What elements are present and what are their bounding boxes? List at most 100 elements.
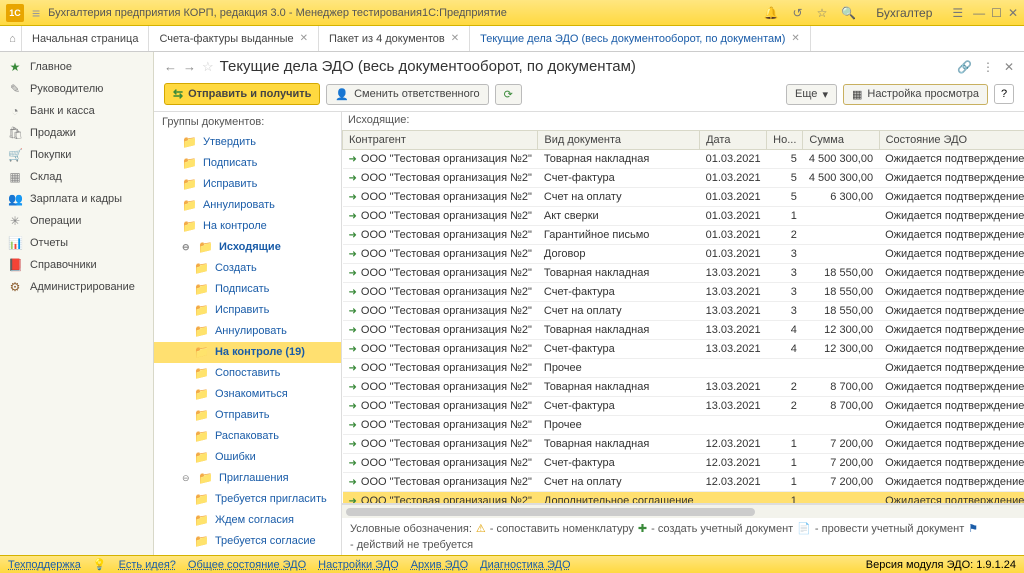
- more-button[interactable]: Еще ▾: [786, 84, 837, 105]
- support-link[interactable]: Техподдержка: [8, 559, 81, 571]
- tree-item[interactable]: 📁Требуется согласие: [154, 531, 341, 552]
- bell-icon[interactable]: 🔔: [764, 6, 779, 20]
- tree-item[interactable]: 📁Ознакомиться: [154, 552, 341, 555]
- send-receive-label: Отправить и получить: [188, 88, 311, 100]
- home-icon[interactable]: ⌂: [4, 26, 22, 51]
- sidebar-item-7[interactable]: ✳Операции: [0, 210, 153, 232]
- tree-item[interactable]: 📁Ознакомиться: [154, 384, 341, 405]
- status-link-2[interactable]: Настройки ЭДО: [318, 559, 399, 571]
- tree-item[interactable]: ⊖📁Исходящие: [154, 237, 341, 258]
- change-responsible-button[interactable]: 👤 Сменить ответственного: [326, 84, 488, 105]
- table-row[interactable]: ➜ООО "Тестовая организация №2"Гарантийно…: [343, 226, 1024, 245]
- sidebar-item-9[interactable]: 📕Справочники: [0, 254, 153, 276]
- status-link-3[interactable]: Архив ЭДО: [411, 559, 468, 571]
- nav-back-icon[interactable]: ←: [164, 59, 177, 74]
- help-button[interactable]: ?: [994, 84, 1014, 104]
- page-close-icon[interactable]: ✕: [1004, 60, 1014, 74]
- table-row[interactable]: ➜ООО "Тестовая организация №2"Акт сверки…: [343, 207, 1024, 226]
- col-header[interactable]: Дата: [700, 131, 767, 150]
- status-link-4[interactable]: Диагностика ЭДО: [480, 559, 570, 571]
- table-row[interactable]: ➜ООО "Тестовая организация №2"Договор01.…: [343, 245, 1024, 264]
- hamburger-icon[interactable]: ≡: [32, 5, 40, 21]
- col-header[interactable]: Но...: [767, 131, 803, 150]
- tree-item[interactable]: ⊖📁Приглашения: [154, 468, 341, 489]
- link-icon[interactable]: 🔗: [957, 60, 972, 74]
- table-row[interactable]: ➜ООО "Тестовая организация №2"Счет-факту…: [343, 340, 1024, 359]
- table-row[interactable]: ➜ООО "Тестовая организация №2"ПрочееОжид…: [343, 416, 1024, 435]
- close-icon[interactable]: ✕: [1008, 6, 1018, 20]
- table-row[interactable]: ➜ООО "Тестовая организация №2"Счет-факту…: [343, 454, 1024, 473]
- sidebar-item-10[interactable]: ⚙Администрирование: [0, 276, 153, 298]
- view-settings-label: Настройка просмотра: [867, 88, 979, 100]
- table-row[interactable]: ➜ООО "Тестовая организация №2"Товарная н…: [343, 321, 1024, 340]
- table-row[interactable]: ➜ООО "Тестовая организация №2"Товарная н…: [343, 150, 1024, 169]
- maximize-icon[interactable]: ☐: [991, 6, 1002, 20]
- tree-item[interactable]: 📁Утвердить: [154, 132, 341, 153]
- tab-3[interactable]: Текущие дела ЭДО (весь документооборот, …: [470, 26, 811, 51]
- user-menu-icon[interactable]: ☰: [952, 6, 963, 20]
- tree-item[interactable]: 📁Требуется пригласить: [154, 489, 341, 510]
- search-icon[interactable]: 🔍: [841, 6, 856, 20]
- col-header[interactable]: Вид документа: [538, 131, 700, 150]
- documents-grid[interactable]: КонтрагентВид документаДатаНо...СуммаСос…: [342, 130, 1024, 504]
- table-row[interactable]: ➜ООО "Тестовая организация №2"Счет на оп…: [343, 302, 1024, 321]
- tab-close-icon[interactable]: ✕: [791, 33, 799, 44]
- sidebar-item-2[interactable]: ◔Банк и касса: [0, 100, 153, 122]
- tree-item[interactable]: 📁Подписать: [154, 279, 341, 300]
- sidebar-item-4[interactable]: 🛒Покупки: [0, 144, 153, 166]
- refresh-button[interactable]: ⟳: [495, 84, 522, 105]
- h-scrollbar[interactable]: [342, 504, 1024, 518]
- table-row[interactable]: ➜ООО "Тестовая организация №2"Счет-факту…: [343, 169, 1024, 188]
- table-row[interactable]: ➜ООО "Тестовая организация №2"Товарная н…: [343, 435, 1024, 454]
- table-row[interactable]: ➜ООО "Тестовая организация №2"Счет на оп…: [343, 473, 1024, 492]
- tree-item[interactable]: 📁Исправить: [154, 174, 341, 195]
- table-row[interactable]: ➜ООО "Тестовая организация №2"ПрочееОжид…: [343, 359, 1024, 378]
- tree-item[interactable]: 📁На контроле (19): [154, 342, 341, 363]
- nav-fwd-icon[interactable]: →: [183, 59, 196, 74]
- table-row[interactable]: ➜ООО "Тестовая организация №2"Товарная н…: [343, 378, 1024, 397]
- user-label[interactable]: Бухгалтер: [876, 6, 932, 20]
- tab-0[interactable]: Начальная страница: [22, 26, 149, 51]
- col-header[interactable]: Контрагент: [343, 131, 538, 150]
- options-icon[interactable]: ⋮: [982, 60, 994, 74]
- expand-icon[interactable]: ⊖: [182, 470, 192, 487]
- expand-icon[interactable]: ⊖: [182, 239, 192, 256]
- favorite-icon[interactable]: ☆: [202, 59, 214, 75]
- tree-item[interactable]: 📁Аннулировать: [154, 195, 341, 216]
- tree-item[interactable]: 📁Подписать: [154, 153, 341, 174]
- tree-item[interactable]: 📁Создать: [154, 258, 341, 279]
- tab-close-icon[interactable]: ✕: [300, 33, 308, 44]
- table-row[interactable]: ➜ООО "Тестовая организация №2"Счет-факту…: [343, 397, 1024, 416]
- sidebar-item-0[interactable]: ★Главное: [0, 56, 153, 78]
- tab-1[interactable]: Счета-фактуры выданные✕: [149, 26, 319, 51]
- tab-close-icon[interactable]: ✕: [451, 33, 459, 44]
- minimize-icon[interactable]: —: [973, 6, 985, 20]
- tree-item[interactable]: 📁Распаковать: [154, 426, 341, 447]
- history-icon[interactable]: ↺: [793, 6, 803, 20]
- send-receive-button[interactable]: ⇆ Отправить и получить: [164, 83, 320, 105]
- tab-2[interactable]: Пакет из 4 документов✕: [319, 26, 470, 51]
- table-row[interactable]: ➜ООО "Тестовая организация №2"Товарная н…: [343, 264, 1024, 283]
- table-row[interactable]: ➜ООО "Тестовая организация №2"Счет на оп…: [343, 188, 1024, 207]
- table-row[interactable]: ➜ООО "Тестовая организация №2"Счет-факту…: [343, 283, 1024, 302]
- table-row[interactable]: ➜ООО "Тестовая организация №2"Дополнител…: [343, 492, 1024, 505]
- tree-item[interactable]: 📁Ошибки: [154, 447, 341, 468]
- sidebar-item-8[interactable]: 📊Отчеты: [0, 232, 153, 254]
- view-settings-button[interactable]: ▦ Настройка просмотра: [843, 84, 988, 105]
- idea-link[interactable]: Есть идея?: [119, 559, 176, 571]
- col-header[interactable]: Сумма: [803, 131, 879, 150]
- tree-item[interactable]: 📁Ждем согласия: [154, 510, 341, 531]
- sidebar-item-6[interactable]: 👥Зарплата и кадры: [0, 188, 153, 210]
- tree-item[interactable]: 📁На контроле: [154, 216, 341, 237]
- tree-item[interactable]: 📁Аннулировать: [154, 321, 341, 342]
- tree-item[interactable]: 📁Исправить: [154, 300, 341, 321]
- tree-item-label: Приглашения: [219, 470, 289, 487]
- tree-item[interactable]: 📁Отправить: [154, 405, 341, 426]
- col-header[interactable]: Состояние ЭДО: [879, 131, 1024, 150]
- sidebar-item-5[interactable]: ▦Склад: [0, 166, 153, 188]
- tree-item[interactable]: 📁Сопоставить: [154, 363, 341, 384]
- star-icon[interactable]: ☆: [817, 6, 828, 20]
- sidebar-item-1[interactable]: ✎Руководителю: [0, 78, 153, 100]
- sidebar-item-3[interactable]: 🛍Продажи: [0, 122, 153, 144]
- status-link-1[interactable]: Общее состояние ЭДО: [188, 559, 306, 571]
